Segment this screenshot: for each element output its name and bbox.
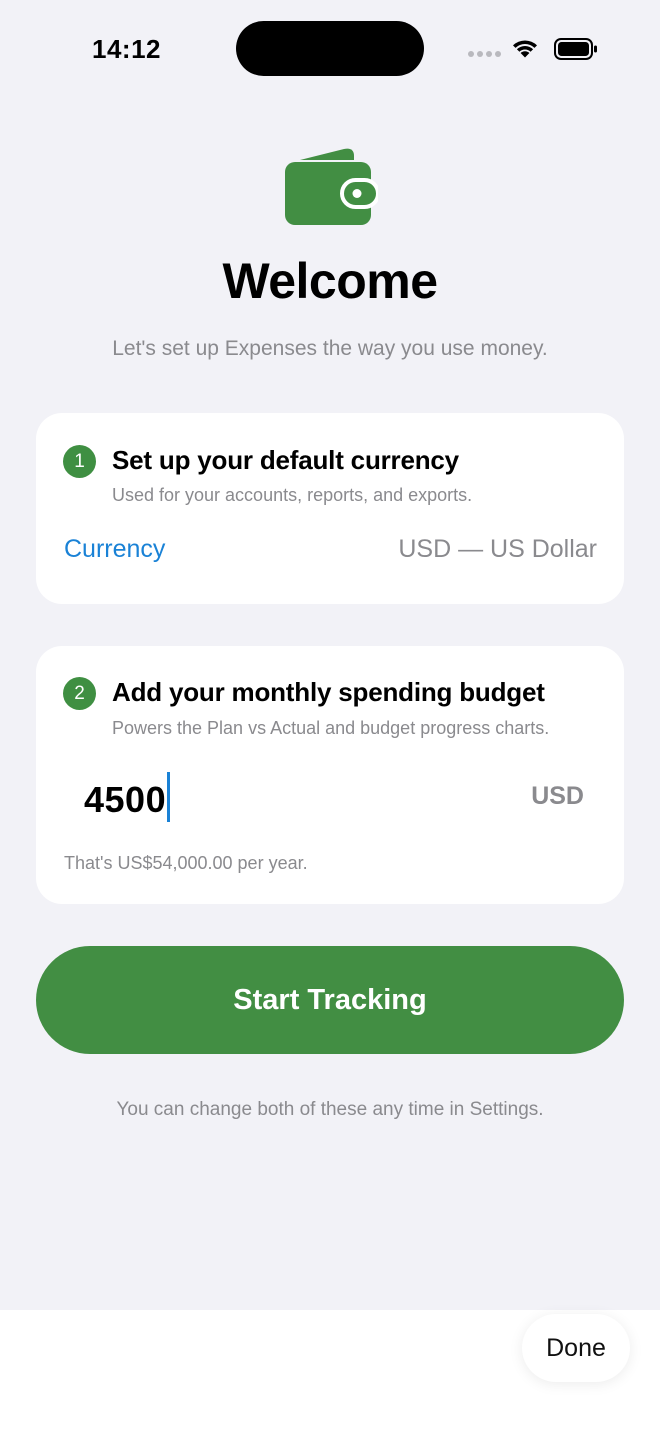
page-subtitle: Let's set up Expenses the way you use mo… bbox=[112, 337, 548, 360]
dynamic-island bbox=[236, 21, 424, 76]
budget-card-description: Powers the Plan vs Actual and budget pro… bbox=[112, 718, 550, 738]
yearly-budget-note: That's US$54,000.00 per year. bbox=[64, 853, 308, 873]
budget-card: 2 Add your monthly spending budget Power… bbox=[36, 646, 624, 904]
budget-card-title: Add your monthly spending budget bbox=[112, 677, 545, 707]
welcome-screen: 14:12 Welcome Let's set up Expenses the … bbox=[0, 0, 660, 1434]
done-button[interactable]: Done bbox=[522, 1314, 630, 1382]
text-caret bbox=[167, 772, 171, 822]
budget-input-row[interactable]: 4500 USD bbox=[84, 772, 584, 822]
settings-footnote: You can change both of these any time in… bbox=[116, 1099, 544, 1120]
status-time: 14:12 bbox=[92, 34, 161, 64]
wifi-icon bbox=[513, 40, 537, 58]
step-2-badge: 2 bbox=[63, 677, 96, 710]
step-1-badge: 1 bbox=[63, 445, 96, 478]
status-icons bbox=[468, 36, 600, 62]
currency-card-title: Set up your default currency bbox=[112, 445, 459, 475]
keyboard-accessory-bar: Done bbox=[0, 1310, 660, 1434]
battery-icon bbox=[554, 38, 597, 60]
budget-amount-field[interactable]: 4500 bbox=[84, 772, 171, 822]
currency-card-description: Used for your accounts, reports, and exp… bbox=[112, 485, 473, 505]
start-tracking-button[interactable]: Start Tracking bbox=[36, 946, 624, 1054]
budget-amount-value: 4500 bbox=[84, 779, 167, 820]
budget-currency-label: USD bbox=[531, 782, 584, 810]
page-title: Welcome bbox=[222, 253, 438, 309]
cellular-signal-icon bbox=[468, 51, 501, 57]
currency-picker-value[interactable]: USD — US Dollar bbox=[398, 535, 597, 564]
currency-card: 1 Set up your default currency Used for … bbox=[36, 413, 624, 604]
currency-picker-label[interactable]: Currency bbox=[64, 535, 165, 564]
wallet-icon bbox=[285, 148, 378, 225]
